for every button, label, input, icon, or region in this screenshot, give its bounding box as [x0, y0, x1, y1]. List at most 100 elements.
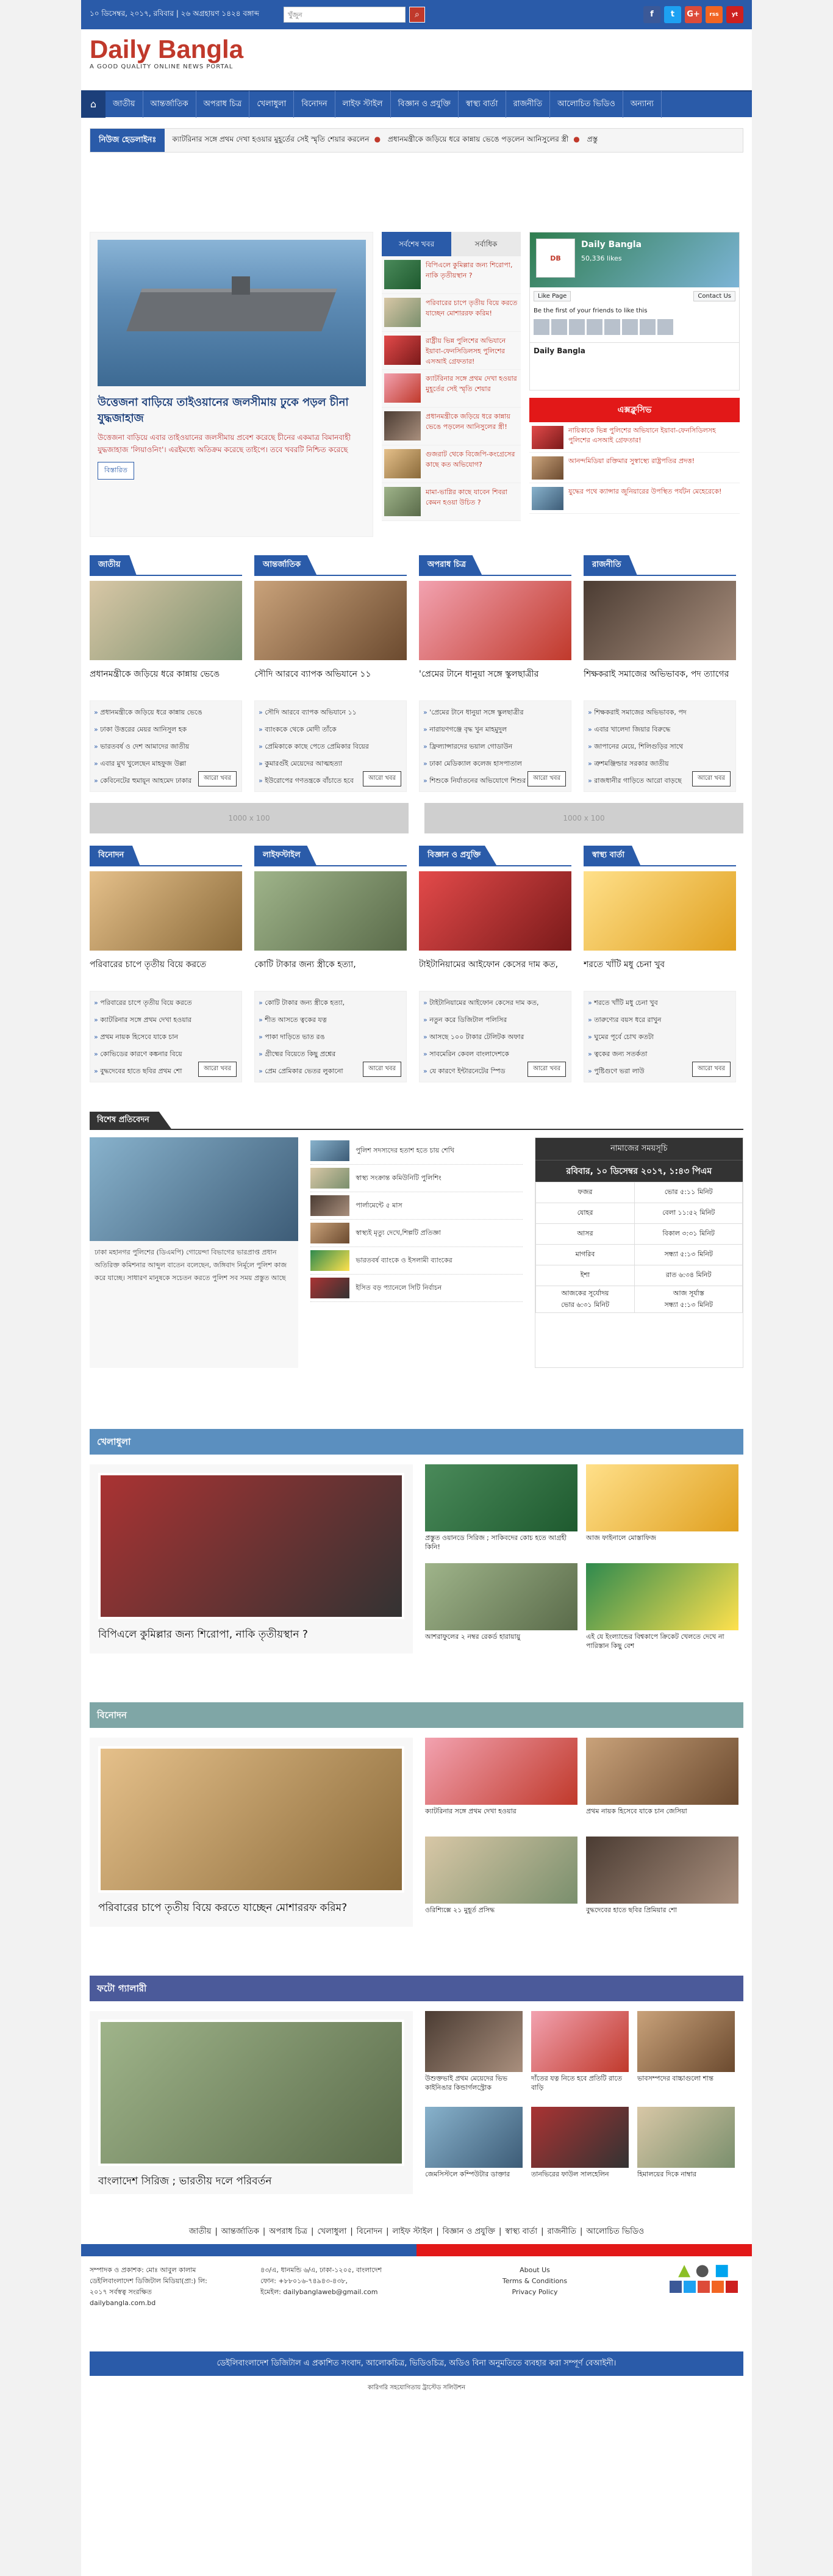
home-icon[interactable]: ⌂	[81, 91, 105, 118]
fb-contact-button[interactable]: Contact Us	[693, 291, 735, 301]
sports-main-image[interactable]	[98, 1473, 404, 1619]
privacy-link[interactable]: Privacy Policy	[474, 2287, 596, 2298]
category-image[interactable]	[419, 581, 571, 660]
apple-icon[interactable]: ●	[695, 2261, 709, 2279]
grid-item[interactable]: ক্যাটরিনার সঙ্গে প্রথম দেখা হওয়ার	[425, 1738, 577, 1828]
grid-item[interactable]: প্রথম নায়ক হিসেবে যাকে চান জেসিয়া	[586, 1738, 738, 1828]
category-image[interactable]	[584, 581, 736, 660]
footer-link[interactable]: অপরাধ চিত্র	[269, 2227, 307, 2236]
android-icon[interactable]: ▲	[678, 2261, 690, 2279]
nav-item-entertainment[interactable]: বিনোদন	[294, 91, 335, 118]
category-title[interactable]: অপরাধ চিত্র	[419, 555, 482, 575]
list-item[interactable]: ভারতবর্ষ ও দেশ আমাদের জাতীয়	[94, 740, 238, 757]
terms-link[interactable]: Terms & Conditions	[474, 2276, 596, 2287]
gallery-headline[interactable]: বাংলাদেশ সিরিজ ; ভারতীয় দলে পরিবর্তন	[98, 2173, 404, 2190]
category-headline[interactable]: সৌদি আরবে ব্যাপক অভিযানে ১১	[254, 667, 407, 694]
grid-item[interactable]: হিমালয়ের দিকে নাম্বার	[637, 2107, 735, 2192]
fb-like-button[interactable]: Like Page	[534, 291, 571, 301]
list-item[interactable]: শিক্ষকরাই সমাজের অভিভাবক, পদ	[588, 706, 732, 723]
footer-link[interactable]: আন্তর্জাতিক	[221, 2227, 259, 2236]
more-button[interactable]: আরো খবর	[527, 1062, 566, 1077]
more-button[interactable]: আরো খবর	[198, 771, 237, 786]
footer-link[interactable]: বিজ্ঞান ও প্রযুক্তি	[443, 2227, 495, 2236]
tab-latest[interactable]: সর্বশেষ খবর	[382, 232, 451, 256]
category-title[interactable]: জাতীয়	[90, 555, 137, 575]
ticker-item[interactable]: প্রস্তু	[587, 135, 598, 143]
footer-link[interactable]: বিনোদন	[357, 2227, 382, 2236]
grid-item[interactable]: প্রস্তুত ওয়ানডে সিরিজ ; সাকিবদের কোচ হত…	[425, 1464, 577, 1555]
section-title[interactable]: ফটো গ্যালারী	[90, 1976, 743, 2001]
nav-item-video[interactable]: আলোচিত ভিডিও	[550, 91, 623, 118]
list-item[interactable]: জাপানের মেয়ে, শিলিগুড়ির সাথে	[588, 740, 732, 757]
list-item[interactable]: পুলিশ সদস্যদের হতাশ হতে চায় শেখি	[310, 1137, 523, 1165]
nav-item-national[interactable]: জাতীয়	[105, 91, 143, 118]
nav-item-crime[interactable]: অপরাধ চিত্র	[196, 91, 250, 118]
nav-item-politics[interactable]: রাজনীতি	[506, 91, 551, 118]
category-headline[interactable]: প্রধানমন্ত্রীকে জড়িয়ে ধরে কান্নায় ভেঙ…	[90, 667, 242, 694]
category-headline[interactable]: শিক্ষকরাই সমাজের অভিভাবক, পদ ত্যাগের	[584, 667, 736, 694]
twitter-icon[interactable]	[684, 2281, 696, 2293]
nav-item-international[interactable]: আন্তর্জাতিক	[143, 91, 196, 118]
list-item[interactable]: প্রধানমন্ত্রীকে জড়িয়ে ধরে কান্নায় ভেঙ…	[382, 408, 521, 445]
category-title[interactable]: স্বাস্থ্য বার্তা	[584, 846, 641, 865]
nav-item-others[interactable]: অন্যান্য	[623, 91, 662, 118]
category-headline[interactable]: কোটি টাকার জন্য স্ত্রীকে হত্যা,	[254, 958, 407, 985]
category-image[interactable]	[90, 581, 242, 660]
category-image[interactable]	[419, 871, 571, 951]
sports-headline[interactable]: বিপিএলে কুমিল্লার জন্য শিরোপা, নাকি তৃতী…	[98, 1627, 404, 1644]
search-button[interactable]: ⌕	[409, 7, 425, 23]
list-item[interactable]: শীত আসতে ত্বকের যত্ন	[259, 1013, 402, 1031]
ticker-item[interactable]: ক্যাটরিনার সঙ্গে প্রথম দেখা হওয়ার মুহূর…	[172, 135, 369, 143]
lead-title[interactable]: উত্তেজনা বাড়িয়ে তাইওয়ানের জলসীমায় ঢু…	[98, 395, 365, 426]
list-item[interactable]: ক্যাটরিনার সঙ্গে প্রথম দেখা হওয়ার মুহূর…	[382, 370, 521, 408]
category-title[interactable]: আন্তর্জাতিক	[254, 555, 317, 575]
fb-page-logo[interactable]: DB	[536, 239, 575, 278]
category-title[interactable]: বিজ্ঞান ও প্রযুক্তি	[419, 846, 497, 865]
list-item[interactable]: টাইটানিয়ামের আইফোন কেসের দাম কত,	[423, 996, 567, 1013]
special-title[interactable]: বিশেষ প্রতিবেদন	[90, 1112, 171, 1129]
list-item[interactable]: নায়িকাকে ভিন্ন পুলিশের অভিযানে ইয়াবা-ফ…	[529, 422, 740, 453]
list-item[interactable]: গুজরাট থেকে বিজেপি-কংগ্রেসের কাছে কত অভি…	[382, 445, 521, 483]
list-item[interactable]: স্বাস্থ্য সংক্রান্ত কমিউনিটি পুলিশিং	[310, 1165, 523, 1192]
category-headline[interactable]: পরিবারের চাপে তৃতীয় বিয়ে করতে	[90, 958, 242, 985]
site-logo[interactable]: Daily Bangla	[90, 35, 743, 63]
grid-item[interactable]: আশরাফুলের ২ নম্বর রেকর্ড হারায়ায়ু	[425, 1563, 577, 1653]
more-button[interactable]: আরো খবর	[692, 1062, 731, 1077]
rss-icon[interactable]	[712, 2281, 724, 2293]
nav-item-sports[interactable]: খেলাধুলা	[249, 91, 295, 118]
footer-link[interactable]: আলোচিত ভিডিও	[586, 2227, 644, 2236]
list-item[interactable]: ঘুমের পূর্বে চোখ কতটা	[588, 1031, 732, 1048]
section-title[interactable]: খেলাধুলা	[90, 1429, 743, 1455]
entertainment-headline[interactable]: পরিবারের চাপে তৃতীয় বিয়ে করতে যাচ্ছেন …	[98, 1900, 404, 1917]
category-headline[interactable]: 'প্রেমের টানে ধানুয়া সঙ্গে স্কুলছাত্রীর	[419, 667, 571, 694]
youtube-icon[interactable]: yt	[726, 6, 743, 23]
footer-link[interactable]: খেলাধুলা	[317, 2227, 346, 2236]
rss-icon[interactable]: rss	[706, 6, 723, 23]
category-headline[interactable]: টাইটানিয়ামের আইফোন কেসের দাম কত,	[419, 958, 571, 985]
list-item[interactable]: প্রধানমন্ত্রীকে জড়িয়ে ধরে কান্নায় ভেঙ…	[94, 706, 238, 723]
section-title[interactable]: বিনোদন	[90, 1702, 743, 1728]
list-item[interactable]: নারায়ণগঞ্জে বৃদ্ধ খুন মাহমুদুল	[423, 723, 567, 740]
grid-item[interactable]: আজ ফাইনালে মোস্তাফিজ	[586, 1464, 738, 1555]
list-item[interactable]: পাকা দাড়িতে ভাত রঙ	[259, 1031, 402, 1048]
grid-item[interactable]: দাঁতের যত্ন নিতে হবে প্রতিটি রাতে বাড়ি	[531, 2011, 629, 2096]
gallery-main-image[interactable]	[98, 2020, 404, 2166]
list-item[interactable]: প্রথম নায়ক হিসেবে যাকে চান	[94, 1031, 238, 1048]
list-item[interactable]: পরিবারের চাপে তৃতীয় বিয়ে করতে যাচ্ছেন …	[382, 294, 521, 332]
list-item[interactable]: 'প্রেমের টানে ধানুয়া সঙ্গে স্কুলছাত্রীর	[423, 706, 567, 723]
list-item[interactable]: কোটি টাকার জন্য স্ত্রীকে হত্যা,	[259, 996, 402, 1013]
fb-post-title[interactable]: Daily Bangla	[530, 342, 739, 359]
more-button[interactable]: আরো খবর	[198, 1062, 237, 1077]
category-image[interactable]	[584, 871, 736, 951]
list-item[interactable]: যুদ্ধের পথে ক্যান্সার জুনিয়ারের উপস্থিত…	[529, 483, 740, 514]
more-button[interactable]: আরো খবর	[527, 771, 566, 786]
facebook-icon[interactable]: f	[643, 6, 660, 23]
ad-banner[interactable]: 1000 x 100	[424, 803, 743, 833]
windows-icon[interactable]: ■	[714, 2261, 729, 2279]
list-item[interactable]: পরিবারের চাপে তৃতীয় বিয়ে করতে	[94, 996, 238, 1013]
list-item[interactable]: বিপিএলে কুমিল্লার জন্য শিরোপা, নাকি তৃতী…	[382, 256, 521, 294]
category-headline[interactable]: শরতে খাঁটি মধু চেনা খুব	[584, 958, 736, 985]
grid-item[interactable]: তানভিরের ফাউল সালহেলিন	[531, 2107, 629, 2192]
list-item[interactable]: ভারতবর্ষ ব্যাংকে ও ইসলামী ব্যাংকের	[310, 1247, 523, 1275]
list-item[interactable]: সৌদি আরবে ব্যাপক অভিযানে ১১	[259, 706, 402, 723]
